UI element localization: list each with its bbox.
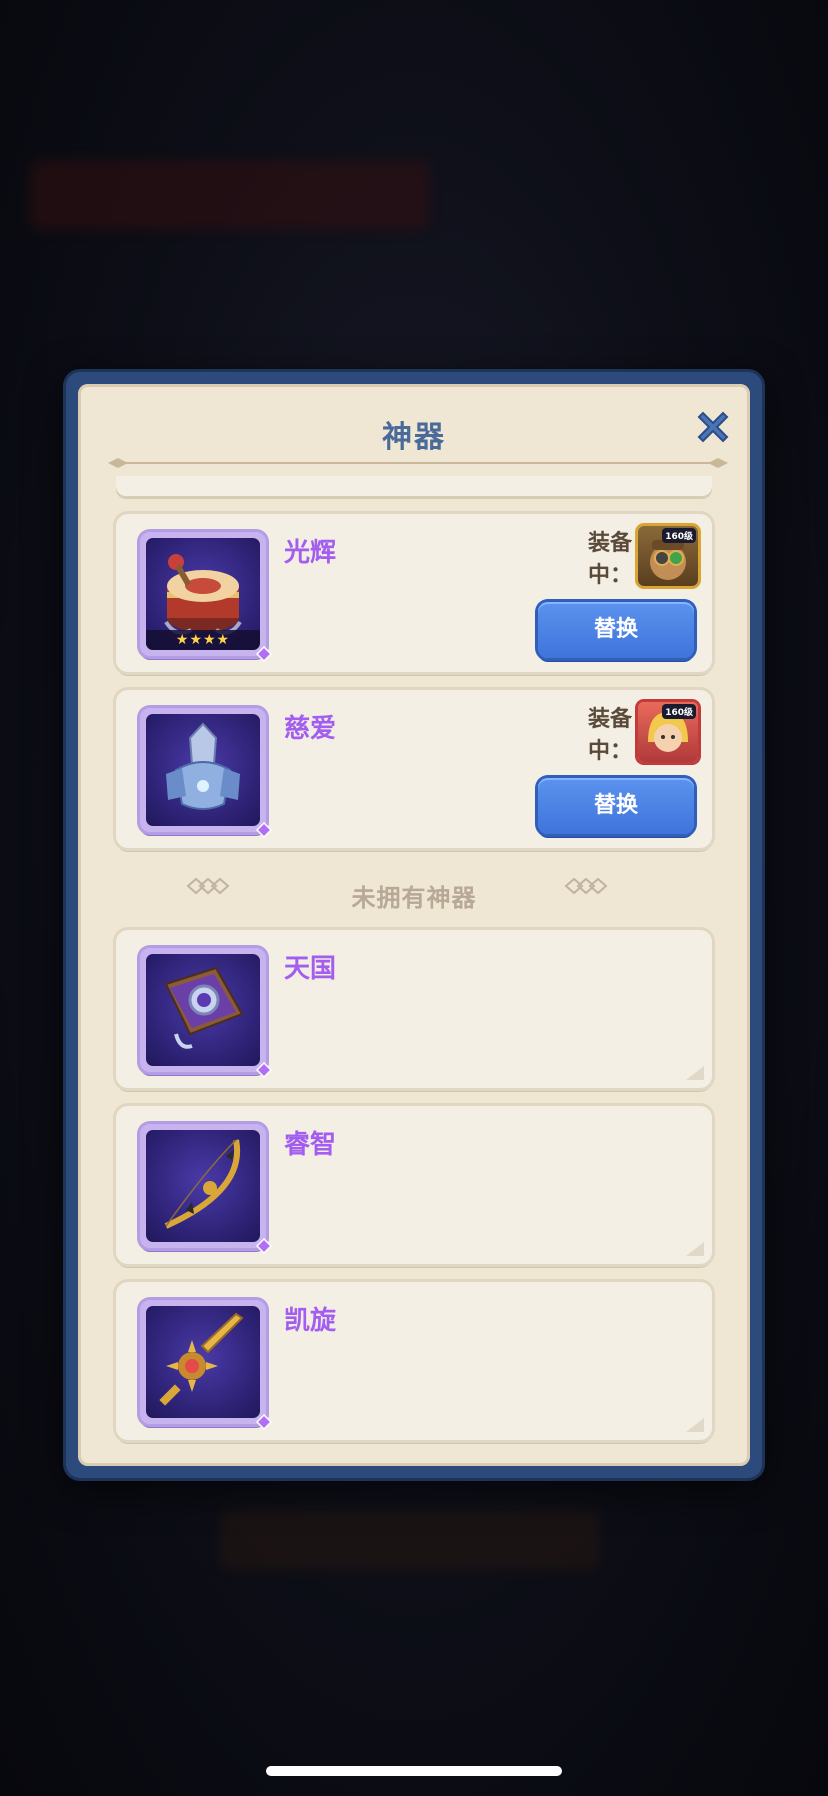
equipped-label: 装备中： [588, 531, 633, 588]
hero-level-badge: 160级 [662, 528, 696, 543]
artifact-card-unowned: 睿智 [116, 1106, 712, 1264]
close-button[interactable] [690, 404, 736, 450]
replace-button[interactable]: 替换 [538, 602, 694, 658]
equipped-label: 装备中： [588, 707, 633, 764]
hero-level-badge: 160级 [662, 704, 696, 719]
rarity-gem-icon [256, 822, 272, 838]
artifact-list[interactable]: ★★★★ 光辉 装备中： 160级 替换 慈爱 装备中： 160级 替换 未拥有… [102, 476, 726, 1446]
tome-artifact-icon [164, 966, 244, 1049]
rarity-gem-icon [256, 646, 272, 662]
background-blur [30, 160, 430, 230]
artifact-name: 光辉 [284, 538, 337, 568]
artifact-icon-frame[interactable] [140, 708, 272, 838]
star-rating: ★★★★ [146, 630, 260, 650]
equipped-hero-avatar[interactable]: 160级 [638, 526, 698, 586]
rarity-gem-icon [256, 1062, 272, 1078]
artifact-name: 天国 [284, 954, 337, 984]
artifact-card-unowned: 天国 [116, 930, 712, 1088]
unowned-section-title: 未拥有神器 [351, 884, 477, 912]
artifact-card-owned: 慈爱 装备中： 160级 替换 [116, 690, 712, 848]
replace-button[interactable]: 替换 [538, 778, 694, 834]
artifact-name: 凯旋 [284, 1306, 337, 1336]
artifact-name: 慈爱 [284, 714, 337, 744]
artifact-card-unowned: 凯旋 [116, 1282, 712, 1440]
corner-deco-icon [686, 1066, 704, 1080]
artifact-name: 睿智 [284, 1130, 337, 1160]
home-indicator[interactable] [266, 1766, 562, 1776]
artifact-icon-frame[interactable] [140, 1124, 272, 1254]
artifact-dialog: 神器 ★★★★ 光辉 装备中： 160级 替换 慈爱 装备中： 160级 替换 … [66, 372, 762, 1478]
dialog-title: 神器 [382, 420, 446, 455]
rarity-gem-icon [256, 1238, 272, 1254]
rarity-gem-icon [256, 1414, 272, 1430]
close-x-icon [697, 411, 729, 443]
armor-artifact-icon [166, 722, 240, 810]
section-deco-right-icon [564, 877, 608, 895]
previous-card-edge [116, 476, 712, 496]
title-divider [108, 458, 728, 468]
sword-artifact-icon [159, 1312, 244, 1406]
background-blur-bottom [220, 1510, 600, 1570]
artifact-card-owned: ★★★★ 光辉 装备中： 160级 替换 [116, 514, 712, 672]
artifact-icon-frame[interactable] [140, 1300, 272, 1430]
artifact-icon-frame[interactable] [140, 948, 272, 1078]
bow-artifact-icon [164, 1139, 241, 1229]
corner-deco-icon [686, 1242, 704, 1256]
corner-deco-icon [686, 1418, 704, 1432]
equipped-hero-avatar[interactable]: 160级 [638, 702, 698, 762]
dialog-panel: 神器 ★★★★ 光辉 装备中： 160级 替换 慈爱 装备中： 160级 替换 … [78, 384, 750, 1466]
artifact-icon-frame[interactable]: ★★★★ [140, 532, 272, 662]
